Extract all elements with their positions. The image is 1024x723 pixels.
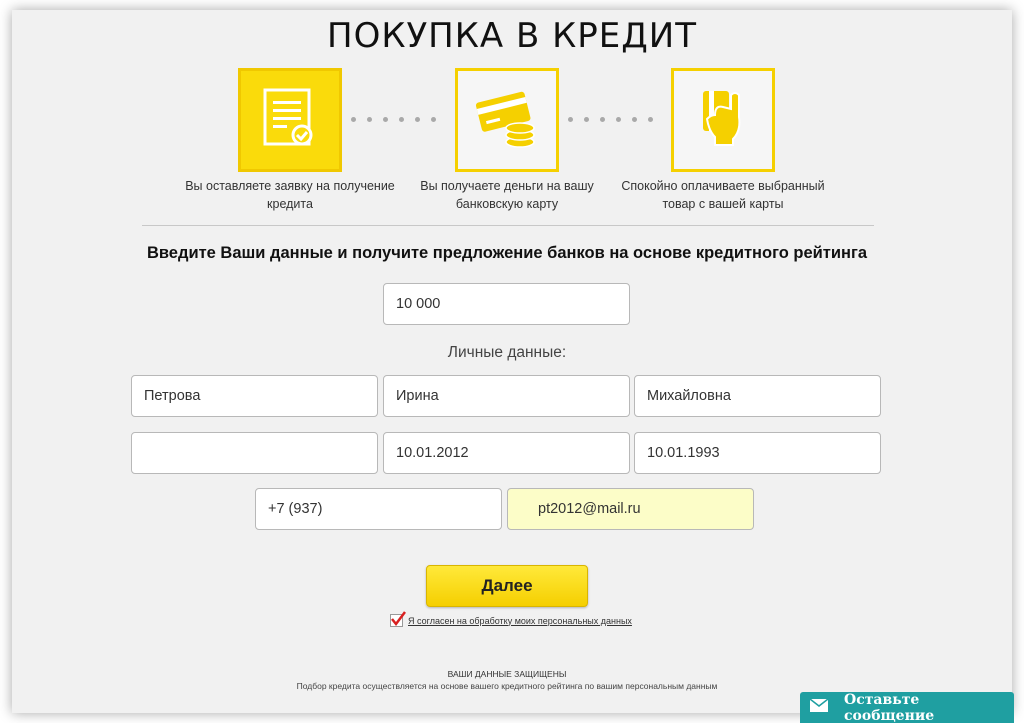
empty-input[interactable] bbox=[131, 432, 378, 474]
checkmark-icon bbox=[391, 611, 406, 627]
secure-subtitle: Подбор кредита осуществляется на основе … bbox=[296, 681, 718, 691]
card-coins-icon bbox=[472, 87, 542, 154]
application-form-icon bbox=[262, 87, 318, 154]
step-application bbox=[238, 68, 342, 172]
loan-amount-input[interactable] bbox=[383, 283, 630, 325]
birth-date-input[interactable] bbox=[634, 432, 881, 474]
step-dots bbox=[351, 117, 436, 122]
chat-label: Оставьте сообщение bbox=[844, 691, 935, 723]
step-payment bbox=[671, 68, 775, 172]
step-money bbox=[455, 68, 559, 172]
personal-data-label: Личные данные: bbox=[447, 344, 567, 361]
step-label-payment: Спокойно оплачиваете выбранный товар с в… bbox=[621, 179, 825, 211]
chat-button[interactable]: Оставьте сообщение bbox=[800, 692, 1014, 723]
consent-link[interactable]: Я согласен на обработку моих персональны… bbox=[408, 616, 632, 626]
envelope-icon bbox=[809, 698, 829, 716]
section-divider bbox=[142, 225, 874, 226]
first-name-input[interactable] bbox=[383, 375, 630, 417]
last-name-input[interactable] bbox=[131, 375, 378, 417]
page-title: ПОКУПКА В КРЕДИТ bbox=[327, 16, 697, 56]
email-input[interactable] bbox=[507, 488, 754, 530]
consent-row: Я согласен на обработку моих персональны… bbox=[390, 611, 632, 627]
phone-input[interactable] bbox=[255, 488, 502, 530]
step-label-application: Вы оставляете заявку на получение кредит… bbox=[185, 179, 395, 211]
middle-name-input[interactable] bbox=[634, 375, 881, 417]
form-heading: Введите Ваши данные и получите предложен… bbox=[146, 244, 868, 262]
next-button[interactable]: Далее bbox=[426, 565, 588, 607]
hand-card-icon bbox=[695, 85, 751, 156]
date-input[interactable] bbox=[383, 432, 630, 474]
step-dots bbox=[568, 117, 653, 122]
step-label-money: Вы получаете деньги на вашу банковскую к… bbox=[420, 179, 594, 211]
secure-title: ВАШИ ДАННЫЕ ЗАЩИЩЕНЫ bbox=[447, 669, 567, 679]
consent-checkbox[interactable] bbox=[390, 611, 406, 627]
